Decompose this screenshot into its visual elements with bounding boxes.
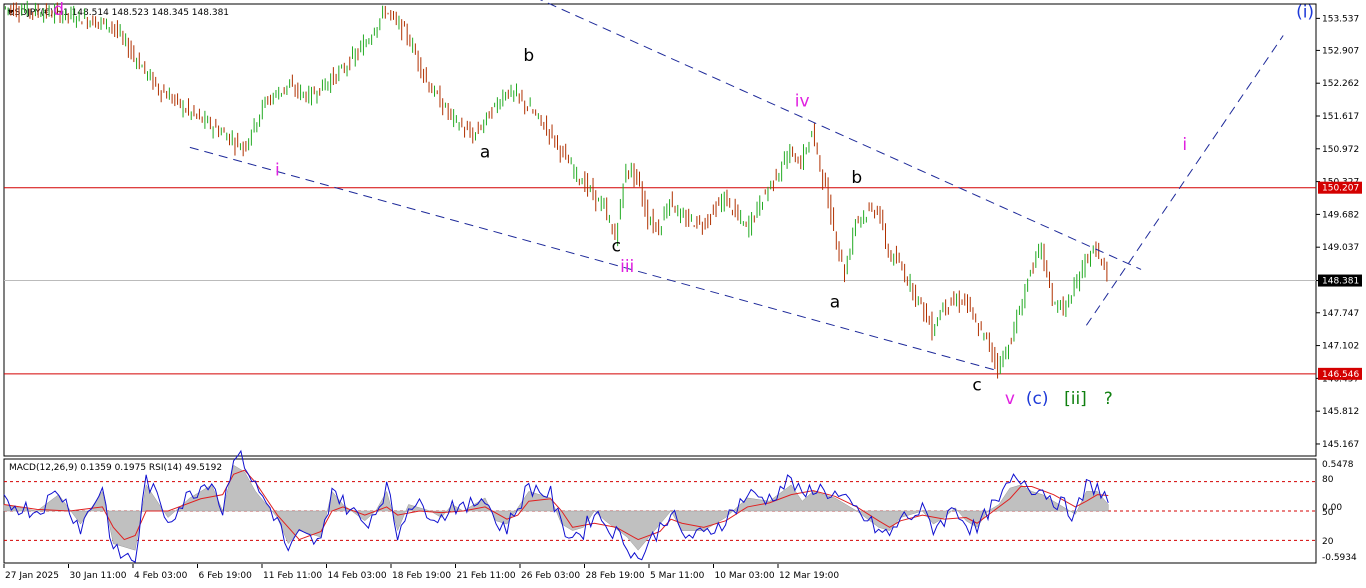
y-tick-label: 147.102: [1322, 342, 1359, 352]
wave-label: (c): [1026, 389, 1049, 409]
wave-label: a: [830, 293, 840, 313]
x-tick-label: 4 Feb 03:00: [134, 571, 188, 581]
wave-label: i: [275, 160, 280, 180]
y-tick-label: 153.537: [1322, 14, 1359, 24]
wave-label: (i): [1296, 3, 1314, 23]
y-tick-label: 152.907: [1322, 46, 1359, 56]
wave-label: ?: [1104, 389, 1113, 409]
x-tick-label: 27 Jan 2025: [5, 571, 59, 581]
indicator-tick-label: 50: [1322, 508, 1334, 518]
indicator-tick-label: 20: [1322, 537, 1334, 547]
indicator-header: MACD(12,26,9) 0.1359 0.1975 RSI(14) 49.5…: [9, 463, 222, 473]
y-tick-label: 149.037: [1322, 243, 1359, 253]
y-tick-label: 147.747: [1322, 309, 1359, 319]
x-tick-label: 26 Feb 03:00: [521, 571, 580, 581]
x-tick-label: 10 Mar 03:00: [715, 571, 775, 581]
wave-label: iv: [795, 92, 810, 112]
wave-label: b: [523, 46, 534, 66]
y-tick-label: 151.617: [1322, 112, 1359, 122]
x-tick-label: 28 Feb 19:00: [586, 571, 645, 581]
x-tick-label: 14 Feb 03:00: [328, 571, 387, 581]
x-tick-label: 5 Mar 11:00: [650, 571, 705, 581]
wave-label: c: [612, 237, 621, 257]
wave-label: a: [480, 143, 490, 163]
price-chart[interactable]: USDJPY(€),H1 148.514 148.523 148.345 148…: [0, 0, 1366, 588]
indicator-tick-label: 80: [1322, 475, 1334, 485]
wave-label: d: [53, 0, 64, 20]
x-tick-label: 21 Feb 11:00: [457, 571, 516, 581]
wave-label: iii: [620, 257, 634, 277]
wave-label: v: [1005, 389, 1015, 409]
y-tick-label: 149.682: [1322, 210, 1359, 220]
y-tick-label: 150.972: [1322, 145, 1359, 155]
wave-label: i: [1182, 135, 1187, 155]
wave-label: c: [972, 375, 981, 395]
x-tick-label: 12 Mar 19:00: [779, 571, 839, 581]
main-pane[interactable]: [3, 3, 1317, 457]
x-tick-label: 6 Feb 19:00: [199, 571, 253, 581]
x-tick-label: 30 Jan 11:00: [70, 571, 127, 581]
indicator-tick-label: -0.5934: [1322, 553, 1357, 563]
y-tick-label: 145.167: [1322, 440, 1359, 450]
price-badge-label: 148.381: [1322, 277, 1359, 287]
y-tick-label: 152.262: [1322, 79, 1359, 89]
price-badge-label: 150.207: [1322, 184, 1359, 194]
wave-label: b: [851, 168, 862, 188]
x-tick-label: 11 Feb 11:00: [263, 571, 322, 581]
x-tick-label: 18 Feb 19:00: [392, 571, 451, 581]
price-badge-label: 146.546: [1322, 370, 1359, 380]
wave-label: [ii]: [1064, 389, 1087, 409]
y-tick-label: 145.812: [1322, 407, 1359, 417]
indicator-tick-label: 0.5478: [1322, 460, 1354, 470]
